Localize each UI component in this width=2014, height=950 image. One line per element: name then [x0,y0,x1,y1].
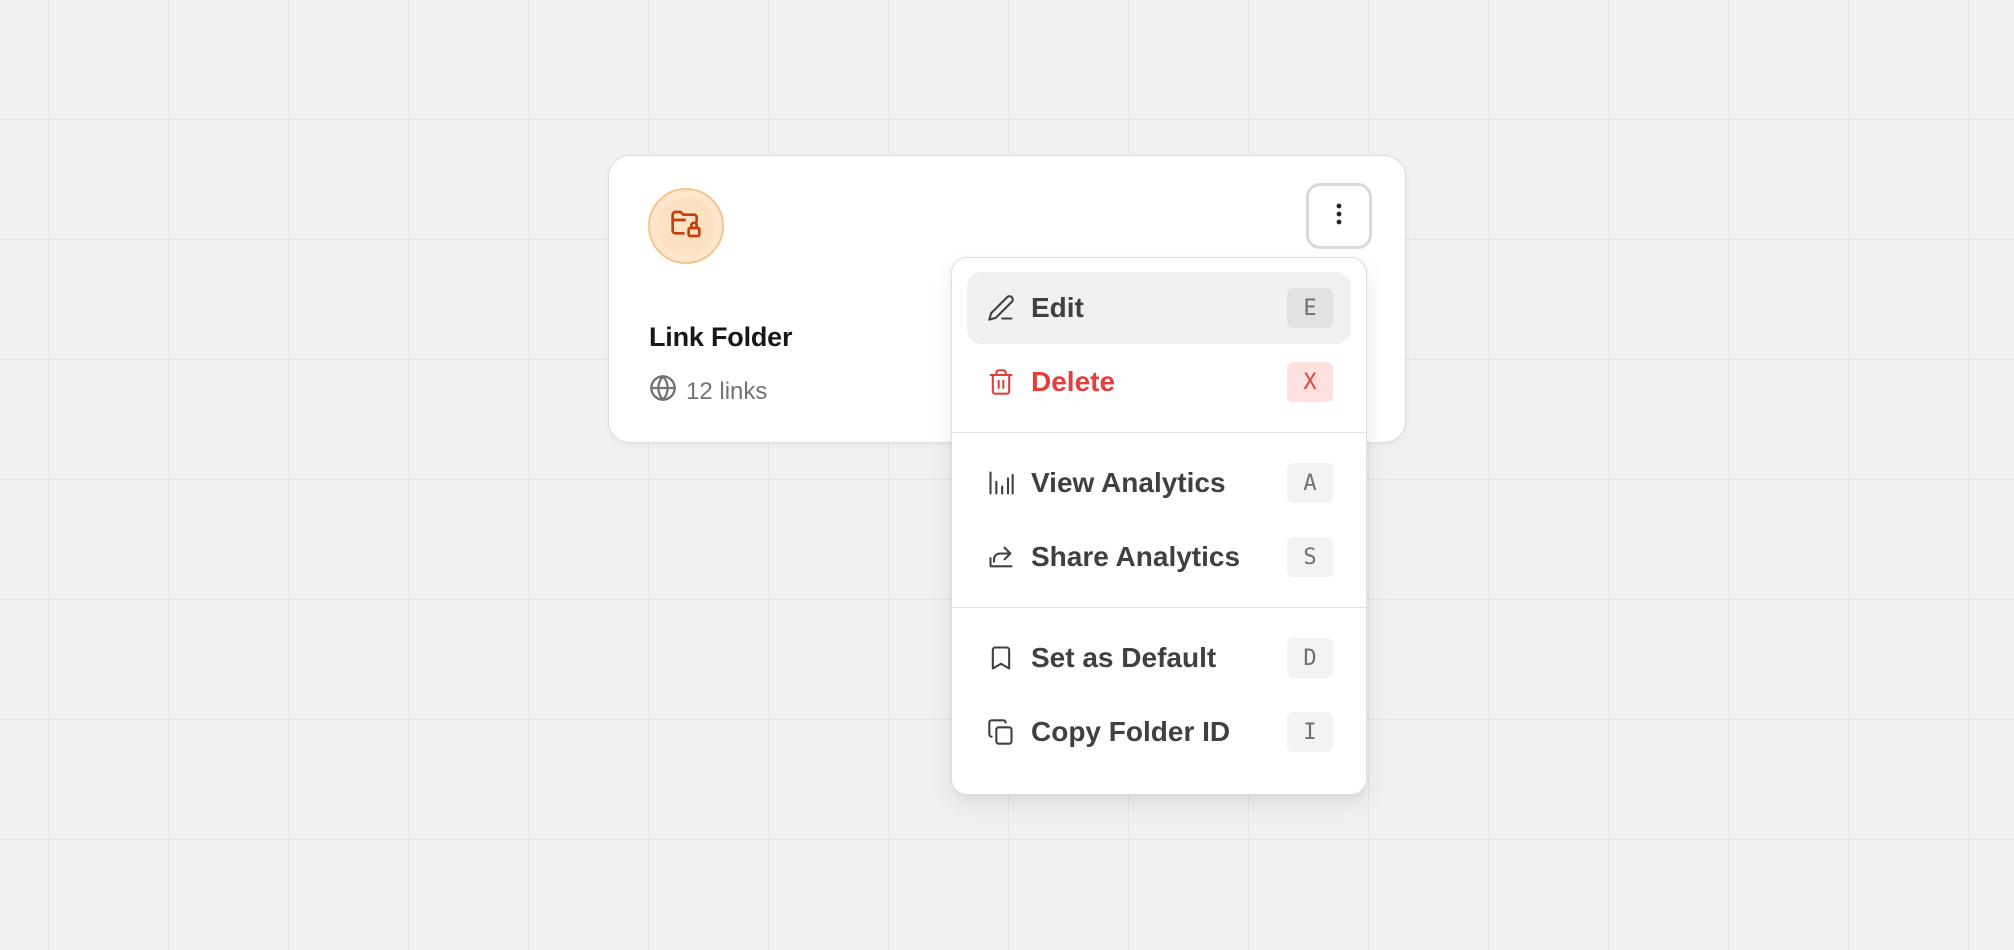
menu-group-analytics: View Analytics A Share Analytics S [952,433,1366,607]
menu-item-label: View Analytics [1031,467,1226,498]
copy-icon [985,716,1017,748]
menu-item-share-analytics[interactable]: Share Analytics S [967,521,1351,593]
menu-item-delete[interactable]: Delete X [967,346,1351,418]
bookmark-icon [985,642,1017,674]
globe-icon [649,374,677,409]
more-options-button[interactable] [1306,183,1372,249]
link-count: 12 links [686,377,768,405]
menu-group-folder: Set as Default D Copy Folder ID I [952,608,1366,782]
shortcut-key: S [1287,537,1333,577]
shortcut-key: X [1287,362,1333,402]
menu-item-label: Delete [1031,366,1116,397]
menu-item-edit[interactable]: Edit E [967,272,1351,344]
menu-item-label: Set as Default [1031,642,1217,673]
folder-actions-menu: Edit E Delete X View Analytics A Share A… [951,257,1367,795]
kebab-vertical-icon [1335,203,1343,230]
folder-title: Link Folder [649,322,793,352]
menu-item-copy-folder-id[interactable]: Copy Folder ID I [967,696,1351,768]
shortcut-key: I [1287,712,1333,752]
folder-lock-icon [670,208,702,245]
menu-item-label: Copy Folder ID [1031,716,1231,747]
trash-icon [985,366,1017,398]
pencil-icon [985,292,1017,324]
menu-group-primary: Edit E Delete X [952,258,1366,432]
folder-badge [648,188,724,264]
menu-item-label: Share Analytics [1031,541,1241,572]
shortcut-key: A [1287,463,1333,503]
bar-chart-icon [985,467,1017,499]
folder-meta: 12 links [649,374,767,409]
menu-item-view-analytics[interactable]: View Analytics A [967,447,1351,519]
shortcut-key: E [1287,288,1333,328]
menu-item-label: Edit [1031,292,1084,323]
share-icon [985,541,1017,573]
menu-item-set-default[interactable]: Set as Default D [967,622,1351,694]
shortcut-key: D [1287,638,1333,678]
